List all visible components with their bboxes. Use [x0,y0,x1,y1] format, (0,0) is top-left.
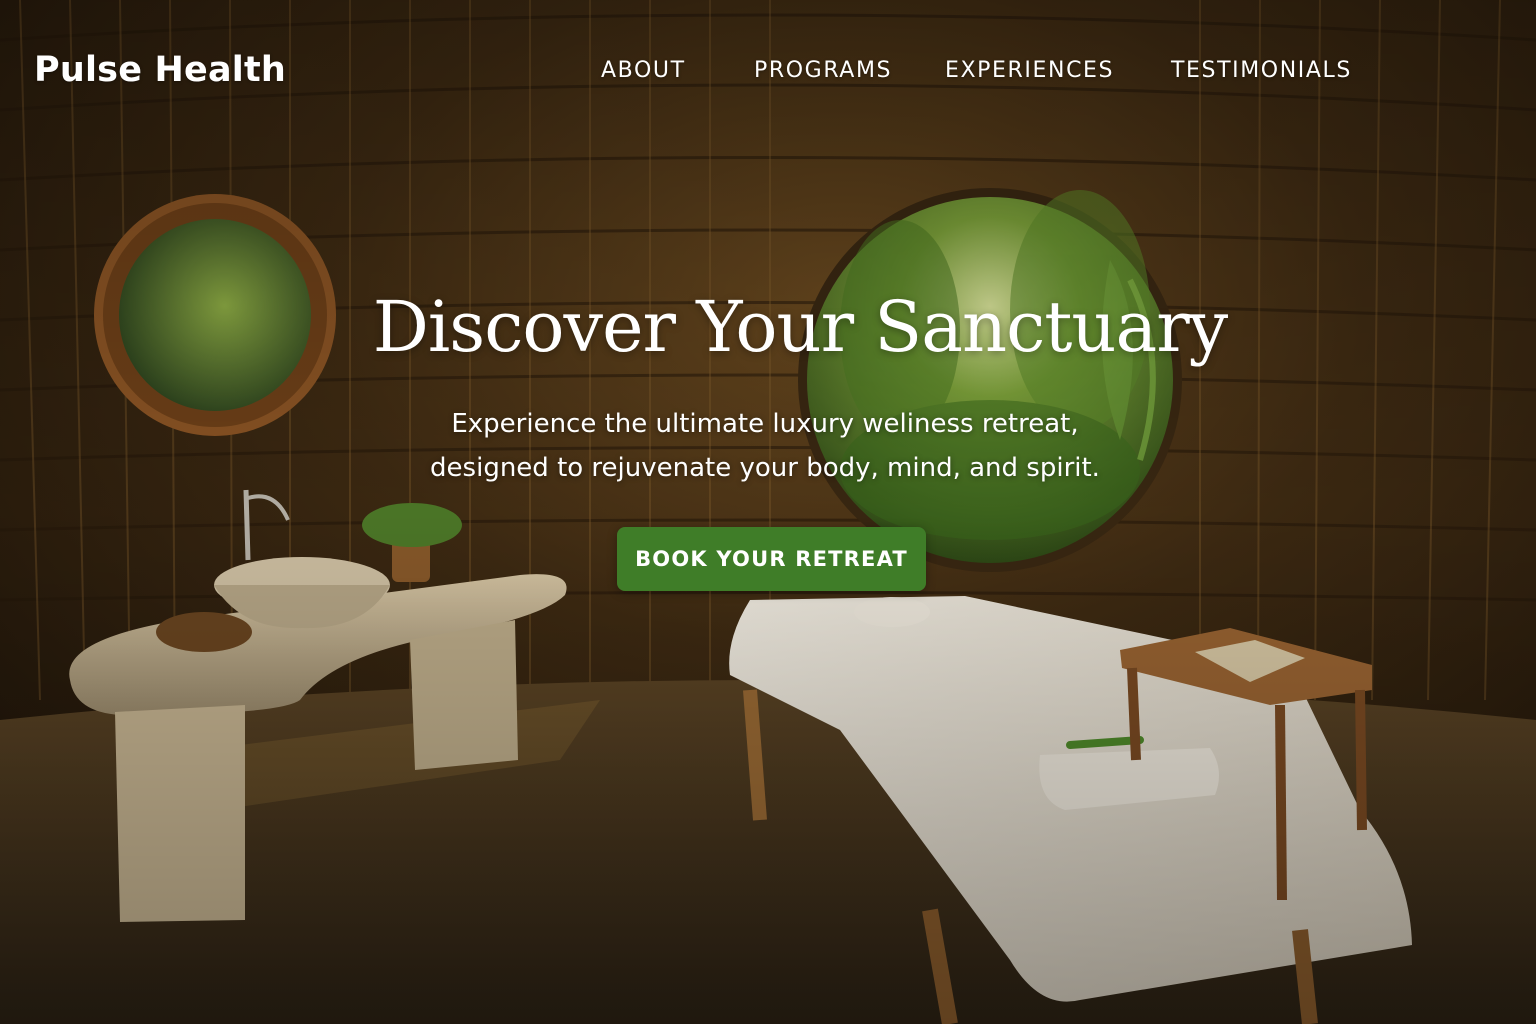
hero-subtitle: Experience the ultimate luxury weliness … [0,402,1530,490]
hero-background-image [0,0,1536,1024]
hero-subtitle-line-2: designed to rejuvenate your body, mind, … [430,453,1100,483]
brand-logo[interactable]: Pulse Health [34,50,286,90]
book-retreat-button[interactable]: BOOK YOUR RETREAT [617,527,926,591]
landing-page: Pulse Health ABOUT PROGRAMS EXPERIENCES … [0,0,1536,1024]
hero-subtitle-line-1: Experience the ultimate luxury weliness … [451,409,1079,439]
nav-item-experiences[interactable]: EXPERIENCES [945,58,1114,83]
hero-title: Discover Your Sanctuary [372,286,1228,368]
nav-item-about[interactable]: ABOUT [601,58,686,83]
nav-item-programs[interactable]: PROGRAMS [754,58,892,83]
nav-item-testimonials[interactable]: TESTIMONIALS [1171,58,1352,83]
